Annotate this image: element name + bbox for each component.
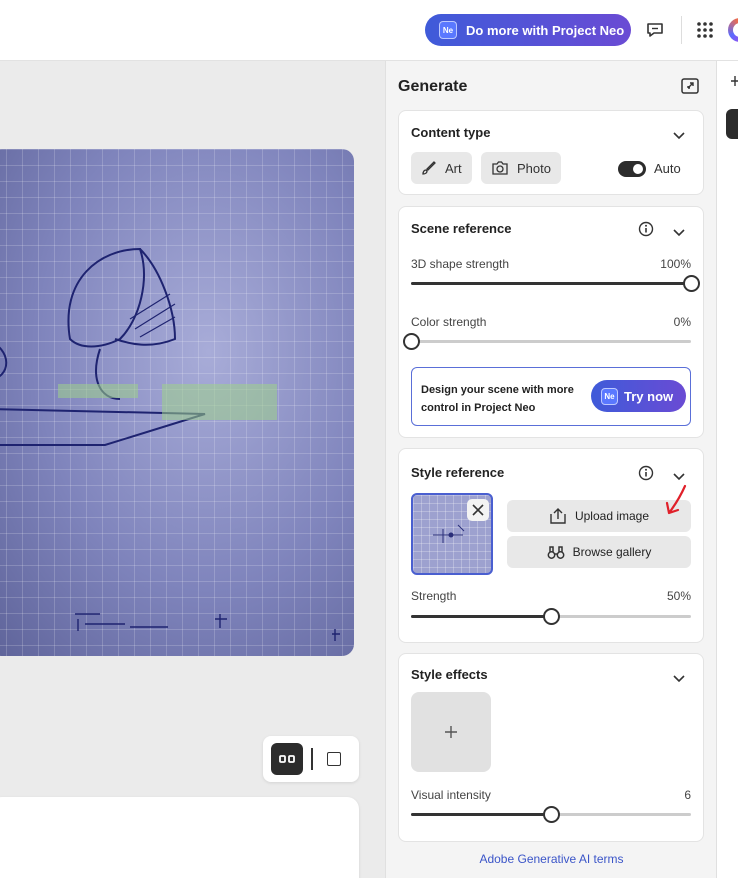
prompt-card[interactable] [0, 797, 359, 878]
slider-fill [411, 813, 551, 816]
promo-text: Design your scene with more control in P… [421, 384, 574, 414]
shape-strength-label: 3D shape strength [411, 257, 510, 271]
remove-reference-button[interactable] [467, 499, 489, 521]
shape-strength-slider[interactable] [411, 275, 700, 292]
feedback-icon[interactable] [644, 19, 666, 41]
photo-button[interactable]: Photo [481, 152, 561, 184]
single-view-button[interactable] [327, 752, 341, 766]
project-neo-button[interactable]: Ne Do more with Project Neo [425, 14, 631, 46]
slider-thumb[interactable] [403, 333, 420, 350]
style-effects-card: Style effects Visual intensity 6 [398, 653, 704, 842]
apps-grid-icon[interactable] [694, 19, 716, 41]
auto-label: Auto [654, 161, 681, 176]
info-icon[interactable] [638, 221, 654, 237]
upload-icon [550, 508, 566, 524]
strength-slider[interactable] [411, 608, 691, 625]
plus-icon [445, 726, 457, 738]
project-neo-button-label: Do more with Project Neo [466, 22, 625, 38]
color-strength-label: Color strength [411, 315, 487, 329]
binoculars-icon [547, 546, 565, 559]
grid-view-button[interactable] [271, 743, 303, 775]
camera-icon [492, 161, 508, 175]
expand-panel-icon[interactable] [680, 76, 700, 96]
neo-badge-icon: Ne [439, 21, 457, 39]
style-effects-title: Style effects [411, 667, 488, 682]
chevron-down-icon[interactable] [672, 469, 686, 483]
close-icon [472, 504, 484, 516]
scene-reference-title: Scene reference [411, 221, 512, 236]
try-now-button[interactable]: Ne Try now [591, 380, 686, 412]
view-toggle-divider [311, 748, 313, 770]
visual-intensity-slider[interactable] [411, 806, 691, 823]
strength-value: 50% [666, 589, 691, 603]
chevron-down-icon[interactable] [672, 128, 686, 142]
color-strength-slider[interactable] [403, 333, 691, 350]
strength-label: Strength [411, 589, 457, 603]
art-button[interactable]: Art [411, 152, 472, 184]
project-neo-promo: Design your scene with more control in P… [411, 367, 691, 426]
slider-fill [411, 282, 691, 285]
right-rail [716, 61, 738, 878]
upload-image-label: Upload image [574, 509, 650, 523]
slider-thumb[interactable] [683, 275, 700, 292]
content-type-card: Content type Art Photo Auto [398, 110, 704, 195]
info-icon[interactable] [638, 465, 654, 481]
user-avatar[interactable] [728, 18, 738, 42]
style-reference-title: Style reference [411, 465, 505, 480]
visual-intensity-value: 6 [684, 788, 691, 802]
slider-thumb[interactable] [543, 608, 560, 625]
slider-thumb[interactable] [543, 806, 560, 823]
generative-ai-terms-link[interactable]: Adobe Generative AI terms [386, 852, 717, 866]
browse-gallery-label: Browse gallery [572, 545, 652, 559]
content-type-title: Content type [411, 125, 491, 140]
add-style-effect-button[interactable] [411, 692, 491, 772]
scene-reference-card: Scene reference 3D shape strength 100% C… [398, 206, 704, 438]
visual-intensity-label: Visual intensity [411, 788, 491, 802]
style-reference-thumbnail[interactable] [411, 493, 493, 575]
auto-toggle[interactable] [618, 161, 646, 177]
style-reference-card: Style reference Upload image Browse gall… [398, 448, 704, 643]
photo-label: Photo [517, 160, 551, 176]
chevron-down-icon[interactable] [672, 671, 686, 685]
generate-panel: Generate Content type Art Photo Auto Sce… [385, 61, 716, 878]
browse-gallery-button[interactable]: Browse gallery [507, 536, 691, 568]
art-label: Art [445, 160, 462, 176]
generated-image[interactable] [0, 149, 354, 656]
color-strength-value: 0% [673, 315, 691, 329]
view-toggle [263, 736, 359, 782]
sketch-drawing [0, 247, 340, 641]
slider-fill [411, 615, 551, 618]
neo-badge-icon: Ne [601, 387, 618, 405]
try-now-label: Try now [624, 388, 674, 404]
rail-button[interactable] [726, 109, 738, 139]
shape-strength-value: 100% [660, 257, 691, 271]
annotation-arrow-icon [665, 484, 687, 515]
brush-icon [422, 161, 436, 175]
top-bar-divider [681, 16, 682, 44]
pin-icon[interactable] [729, 73, 738, 89]
panel-title: Generate [398, 78, 468, 95]
chevron-down-icon[interactable] [672, 225, 686, 239]
top-bar: Ne Do more with Project Neo [0, 0, 738, 61]
